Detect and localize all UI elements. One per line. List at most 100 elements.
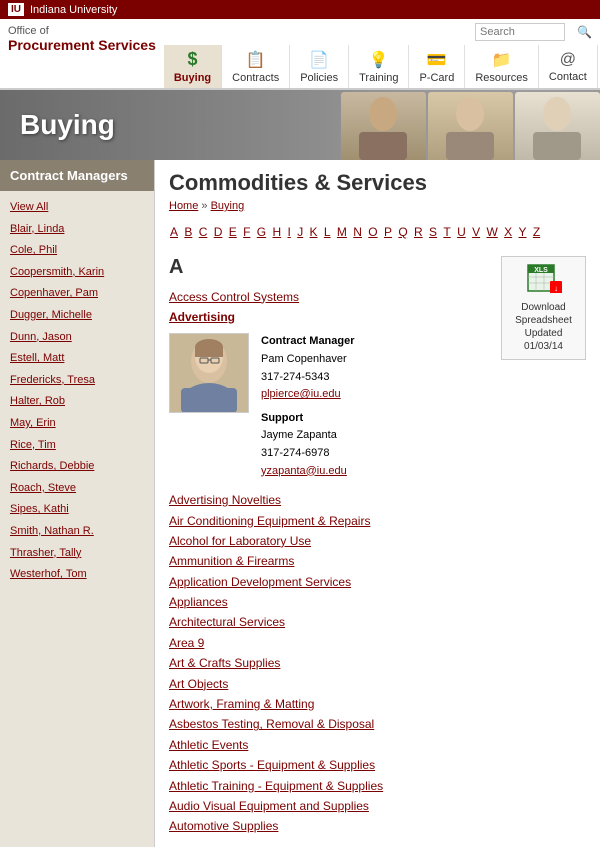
training-icon: 💡 [369, 50, 389, 70]
support-phone: 317-274-6978 [261, 445, 355, 463]
office-of-label: Office of [8, 25, 156, 37]
alpha-link-u[interactable]: U [457, 225, 466, 239]
alpha-link-m[interactable]: M [337, 225, 347, 239]
sidebar-link[interactable]: May, Erin [0, 413, 154, 435]
commodity-list-item[interactable]: Athletic Training - Equipment & Supplies [169, 776, 586, 796]
university-name: Indiana University [30, 4, 117, 16]
alpha-link-e[interactable]: E [229, 225, 237, 239]
iu-shield: IU [8, 3, 24, 16]
nav-item-contracts[interactable]: 📋 Contracts [222, 45, 290, 88]
alpha-link-t[interactable]: T [443, 225, 450, 239]
commodity-list-item[interactable]: Asbestos Testing, Removal & Disposal [169, 714, 586, 734]
nav-training-label: Training [359, 72, 398, 84]
sidebar-link[interactable]: Estell, Matt [0, 348, 154, 370]
manager-label: Contract Manager [261, 333, 355, 351]
commodity-list-item[interactable]: Appliances [169, 592, 586, 612]
alpha-link-l[interactable]: L [324, 225, 331, 239]
alpha-nav: A B C D E F G H I J K L M N O P Q R S T … [169, 222, 586, 244]
sidebar-link[interactable]: Fredericks, Tresa [0, 370, 154, 392]
page-title: Commodities & Services [169, 170, 586, 196]
alpha-link-s[interactable]: S [429, 225, 437, 239]
commodity-list-item[interactable]: Artwork, Framing & Matting [169, 694, 586, 714]
sidebar-link[interactable]: Thrasher, Tally [0, 543, 154, 565]
alpha-link-y[interactable]: Y [518, 225, 526, 239]
nav-policies-label: Policies [300, 72, 338, 84]
sidebar-link[interactable]: Westerhof, Tom [0, 564, 154, 586]
commodity-list-item[interactable]: Athletic Sports - Equipment & Supplies [169, 755, 586, 775]
sidebar-link[interactable]: Rice, Tim [0, 435, 154, 457]
alpha-link-v[interactable]: V [472, 225, 480, 239]
banner-person-2 [428, 92, 513, 160]
alpha-link-n[interactable]: N [353, 225, 362, 239]
banner-photo [320, 90, 600, 160]
banner: Buying [0, 90, 600, 160]
commodity-list-item[interactable]: Art Objects [169, 674, 586, 694]
commodity-list-item[interactable]: Art & Crafts Supplies [169, 653, 586, 673]
alpha-link-q[interactable]: Q [398, 225, 407, 239]
alpha-link-j[interactable]: J [297, 225, 303, 239]
sidebar-link[interactable]: Richards, Debbie [0, 456, 154, 478]
nav-item-pcard[interactable]: 💳 P-Card [409, 45, 465, 88]
sidebar-link[interactable]: Halter, Rob [0, 391, 154, 413]
alpha-link-x[interactable]: X [504, 225, 512, 239]
manager-photo-svg [170, 333, 248, 413]
search-input[interactable] [475, 23, 565, 41]
commodity-list-item[interactable]: Air Conditioning Equipment & Repairs [169, 511, 586, 531]
nav-item-resources[interactable]: 📁 Resources [465, 45, 539, 88]
sidebar-link[interactable]: Dunn, Jason [0, 327, 154, 349]
alpha-link-o[interactable]: O [368, 225, 377, 239]
alpha-link-i[interactable]: I [288, 225, 291, 239]
breadcrumb-home[interactable]: Home [169, 200, 198, 212]
commodity-list-item[interactable]: Advertising Novelties [169, 490, 586, 510]
alpha-link-g[interactable]: G [257, 225, 266, 239]
nav-area: 🔍 $ Buying 📋 Contracts 📄 Policies 💡 Trai… [164, 19, 600, 88]
commodity-list-item[interactable]: Alcohol for Laboratory Use [169, 531, 586, 551]
nav-top: 🔍 [164, 19, 600, 45]
sidebar-link[interactable]: Dugger, Michelle [0, 305, 154, 327]
alpha-link-p[interactable]: P [384, 225, 392, 239]
sidebar-link[interactable]: Coopersmith, Karin [0, 262, 154, 284]
alpha-link-b[interactable]: B [184, 225, 192, 239]
manager-email[interactable]: plpierce@iu.edu [261, 388, 341, 400]
contact-icon: @ [560, 51, 576, 69]
search-icon[interactable]: 🔍 [577, 25, 592, 39]
alpha-link-w[interactable]: W [486, 225, 497, 239]
manager-phone: 317-274-5343 [261, 369, 355, 387]
alpha-link-f[interactable]: F [243, 225, 250, 239]
commodity-list-item[interactable]: Area 9 [169, 633, 586, 653]
nav-item-training[interactable]: 💡 Training [349, 45, 409, 88]
sidebar-link[interactable]: View All [0, 197, 154, 219]
alpha-link-c[interactable]: C [199, 225, 208, 239]
nav-item-policies[interactable]: 📄 Policies [290, 45, 349, 88]
sidebar-link[interactable]: Cole, Phil [0, 240, 154, 262]
sidebar-link[interactable]: Smith, Nathan R. [0, 521, 154, 543]
sidebar-link[interactable]: Sipes, Kathi [0, 499, 154, 521]
support-email[interactable]: yzapanta@iu.edu [261, 465, 347, 477]
pcard-icon: 💳 [427, 50, 447, 70]
header: Office of Procurement Services 🔍 $ Buyin… [0, 19, 600, 90]
svg-text:↓: ↓ [554, 284, 558, 293]
commodity-list-item[interactable]: Athletic Events [169, 735, 586, 755]
nav-item-buying[interactable]: $ Buying [164, 45, 222, 88]
alpha-link-r[interactable]: R [414, 225, 423, 239]
sidebar-link[interactable]: Roach, Steve [0, 478, 154, 500]
alpha-link-d[interactable]: D [214, 225, 223, 239]
nav-item-contact[interactable]: @ Contact [539, 45, 598, 88]
alpha-link-z[interactable]: Z [533, 225, 540, 239]
sidebar-link[interactable]: Blair, Linda [0, 219, 154, 241]
alpha-link-k[interactable]: K [310, 225, 318, 239]
alpha-link-h[interactable]: H [272, 225, 281, 239]
commodity-list-item[interactable]: Application Development Services [169, 572, 586, 592]
breadcrumb-buying[interactable]: Buying [211, 200, 245, 212]
alpha-link-a[interactable]: A [170, 225, 178, 239]
commodity-list-item[interactable]: Automotive Supplies [169, 816, 586, 836]
nav-buying-label: Buying [174, 72, 211, 84]
commodity-list-item[interactable]: Ammunition & Firearms [169, 551, 586, 571]
support-name: Jayme Zapanta [261, 427, 355, 445]
commodity-list-item[interactable]: Architectural Services [169, 612, 586, 632]
dollar-icon: $ [187, 49, 197, 70]
commodity-list-item[interactable]: Audio Visual Equipment and Supplies [169, 796, 586, 816]
person-silhouette-1 [341, 92, 426, 160]
sidebar-link[interactable]: Copenhaver, Pam [0, 283, 154, 305]
proc-services-label: Procurement Services [8, 37, 156, 54]
